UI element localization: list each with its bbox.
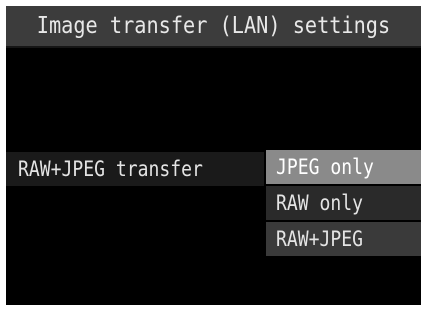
option-raw-plus-jpeg[interactable]: RAW+JPEG	[266, 222, 421, 256]
option-jpeg-only[interactable]: JPEG only	[266, 150, 421, 184]
option-label: JPEG only	[276, 155, 374, 179]
option-label: RAW only	[276, 191, 363, 215]
page-title: Image transfer (LAN) settings	[36, 13, 391, 39]
option-raw-only[interactable]: RAW only	[266, 186, 421, 220]
camera-menu-screen: Image transfer (LAN) settings RAW+JPEG t…	[6, 6, 421, 305]
option-label: RAW+JPEG	[276, 227, 363, 251]
option-list: JPEG only RAW only RAW+JPEG	[266, 150, 421, 258]
title-bar: Image transfer (LAN) settings	[6, 6, 421, 48]
setting-label-raw-jpeg-transfer[interactable]: RAW+JPEG transfer	[18, 152, 203, 186]
